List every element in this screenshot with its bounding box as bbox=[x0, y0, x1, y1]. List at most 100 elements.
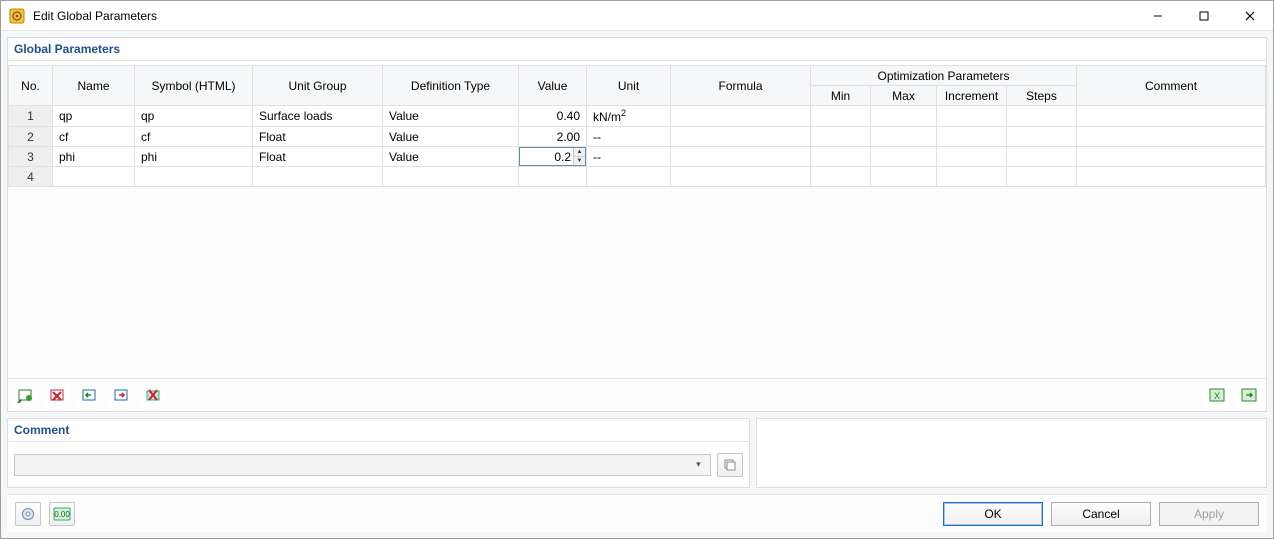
cell-no[interactable]: 4 bbox=[9, 167, 53, 187]
col-increment[interactable]: Increment bbox=[937, 86, 1007, 106]
cell-definition-type[interactable]: Value bbox=[383, 127, 519, 147]
cell-name[interactable]: cf bbox=[53, 127, 135, 147]
col-max[interactable]: Max bbox=[871, 86, 937, 106]
spinner-up-icon[interactable]: ▲ bbox=[573, 148, 585, 156]
cell-symbol[interactable]: cf bbox=[135, 127, 253, 147]
table-row[interactable]: 3phiphiFloatValue▲▼-- bbox=[9, 147, 1266, 167]
cell-value[interactable]: 0.40 bbox=[519, 106, 587, 127]
cell-min[interactable] bbox=[811, 127, 871, 147]
delete-row-button[interactable] bbox=[44, 383, 70, 407]
apply-button[interactable]: Apply bbox=[1159, 502, 1259, 526]
cell-formula[interactable] bbox=[671, 147, 811, 167]
global-parameters-panel: Global Parameters No. Name Symbol (HTML)… bbox=[7, 37, 1267, 412]
cell-unit[interactable]: kN/m2 bbox=[587, 106, 671, 127]
chevron-down-icon[interactable]: ▾ bbox=[690, 459, 706, 470]
cell-comment[interactable] bbox=[1077, 127, 1266, 147]
col-formula[interactable]: Formula bbox=[671, 66, 811, 106]
cell-min[interactable] bbox=[811, 167, 871, 187]
table-row[interactable]: 2cfcfFloatValue2.00-- bbox=[9, 127, 1266, 147]
cell-no[interactable]: 2 bbox=[9, 127, 53, 147]
col-comment[interactable]: Comment bbox=[1077, 66, 1266, 106]
cell-value[interactable] bbox=[519, 167, 587, 187]
cell-steps[interactable] bbox=[1007, 127, 1077, 147]
cell-steps[interactable] bbox=[1007, 167, 1077, 187]
cell-definition-type[interactable]: Value bbox=[383, 106, 519, 127]
cell-formula[interactable] bbox=[671, 106, 811, 127]
cell-unit[interactable]: -- bbox=[587, 127, 671, 147]
spinner-down-icon[interactable]: ▼ bbox=[573, 156, 585, 165]
comment-input[interactable] bbox=[19, 457, 690, 473]
cell-max[interactable] bbox=[871, 167, 937, 187]
table-row[interactable]: 4 bbox=[9, 167, 1266, 187]
cell-symbol[interactable]: qp bbox=[135, 106, 253, 127]
comment-combobox[interactable]: ▾ bbox=[14, 454, 711, 476]
cell-comment[interactable] bbox=[1077, 106, 1266, 127]
svg-text:X: X bbox=[1214, 391, 1220, 401]
cell-unit-group[interactable]: Float bbox=[253, 127, 383, 147]
col-symbol[interactable]: Symbol (HTML) bbox=[135, 66, 253, 106]
cell-increment[interactable] bbox=[937, 127, 1007, 147]
cell-definition-type[interactable] bbox=[383, 167, 519, 187]
window-close-button[interactable] bbox=[1227, 1, 1273, 31]
export-button[interactable] bbox=[108, 383, 134, 407]
col-definition-type[interactable]: Definition Type bbox=[383, 66, 519, 106]
excel-import-button[interactable] bbox=[1236, 383, 1262, 407]
cancel-button[interactable]: Cancel bbox=[1051, 502, 1151, 526]
cell-increment[interactable] bbox=[937, 147, 1007, 167]
cell-name[interactable]: qp bbox=[53, 106, 135, 127]
comment-panel: Comment ▾ bbox=[7, 418, 750, 488]
help-button[interactable] bbox=[15, 502, 41, 526]
col-min[interactable]: Min bbox=[811, 86, 871, 106]
cell-no[interactable]: 3 bbox=[9, 147, 53, 167]
cell-unit-group[interactable]: Float bbox=[253, 147, 383, 167]
cell-symbol[interactable] bbox=[135, 167, 253, 187]
cell-unit-group[interactable]: Surface loads bbox=[253, 106, 383, 127]
parameters-table[interactable]: No. Name Symbol (HTML) Unit Group Defini… bbox=[8, 65, 1266, 187]
comment-pick-button[interactable] bbox=[717, 453, 743, 477]
cell-unit-group[interactable] bbox=[253, 167, 383, 187]
new-row-button[interactable] bbox=[12, 383, 38, 407]
col-unit[interactable]: Unit bbox=[587, 66, 671, 106]
dialog-buttonbar: 0.00 OK Cancel Apply bbox=[7, 494, 1267, 532]
cell-comment[interactable] bbox=[1077, 147, 1266, 167]
cell-unit[interactable]: -- bbox=[587, 147, 671, 167]
cell-max[interactable] bbox=[871, 106, 937, 127]
cell-symbol[interactable]: phi bbox=[135, 147, 253, 167]
cell-min[interactable] bbox=[811, 147, 871, 167]
cell-name[interactable] bbox=[53, 167, 135, 187]
col-no[interactable]: No. bbox=[9, 66, 53, 106]
delete-all-button[interactable] bbox=[140, 383, 166, 407]
col-group-optimization: Optimization Parameters bbox=[811, 66, 1077, 86]
cell-formula[interactable] bbox=[671, 127, 811, 147]
cell-max[interactable] bbox=[871, 147, 937, 167]
cell-no[interactable]: 1 bbox=[9, 106, 53, 127]
window-maximize-button[interactable] bbox=[1181, 1, 1227, 31]
col-name[interactable]: Name bbox=[53, 66, 135, 106]
cell-definition-type[interactable]: Value bbox=[383, 147, 519, 167]
cell-name[interactable]: phi bbox=[53, 147, 135, 167]
units-button[interactable]: 0.00 bbox=[49, 502, 75, 526]
cell-max[interactable] bbox=[871, 127, 937, 147]
cell-steps[interactable] bbox=[1007, 106, 1077, 127]
comment-label: Comment bbox=[8, 419, 749, 442]
cell-unit[interactable] bbox=[587, 167, 671, 187]
import-button[interactable] bbox=[76, 383, 102, 407]
ok-button[interactable]: OK bbox=[943, 502, 1043, 526]
cell-value[interactable]: 2.00 bbox=[519, 127, 587, 147]
cell-formula[interactable] bbox=[671, 167, 811, 187]
cell-increment[interactable] bbox=[937, 167, 1007, 187]
cell-value[interactable]: ▲▼ bbox=[519, 147, 587, 167]
col-unit-group[interactable]: Unit Group bbox=[253, 66, 383, 106]
cell-min[interactable] bbox=[811, 106, 871, 127]
excel-export-button[interactable]: X bbox=[1204, 383, 1230, 407]
window-minimize-button[interactable] bbox=[1135, 1, 1181, 31]
grid-toolbar: X bbox=[8, 378, 1266, 411]
col-value[interactable]: Value bbox=[519, 66, 587, 106]
table-row[interactable]: 1qpqpSurface loadsValue0.40kN/m2 bbox=[9, 106, 1266, 127]
col-steps[interactable]: Steps bbox=[1007, 86, 1077, 106]
app-icon bbox=[9, 8, 25, 24]
cell-increment[interactable] bbox=[937, 106, 1007, 127]
cell-comment[interactable] bbox=[1077, 167, 1266, 187]
cell-steps[interactable] bbox=[1007, 147, 1077, 167]
window-title: Edit Global Parameters bbox=[33, 9, 157, 23]
